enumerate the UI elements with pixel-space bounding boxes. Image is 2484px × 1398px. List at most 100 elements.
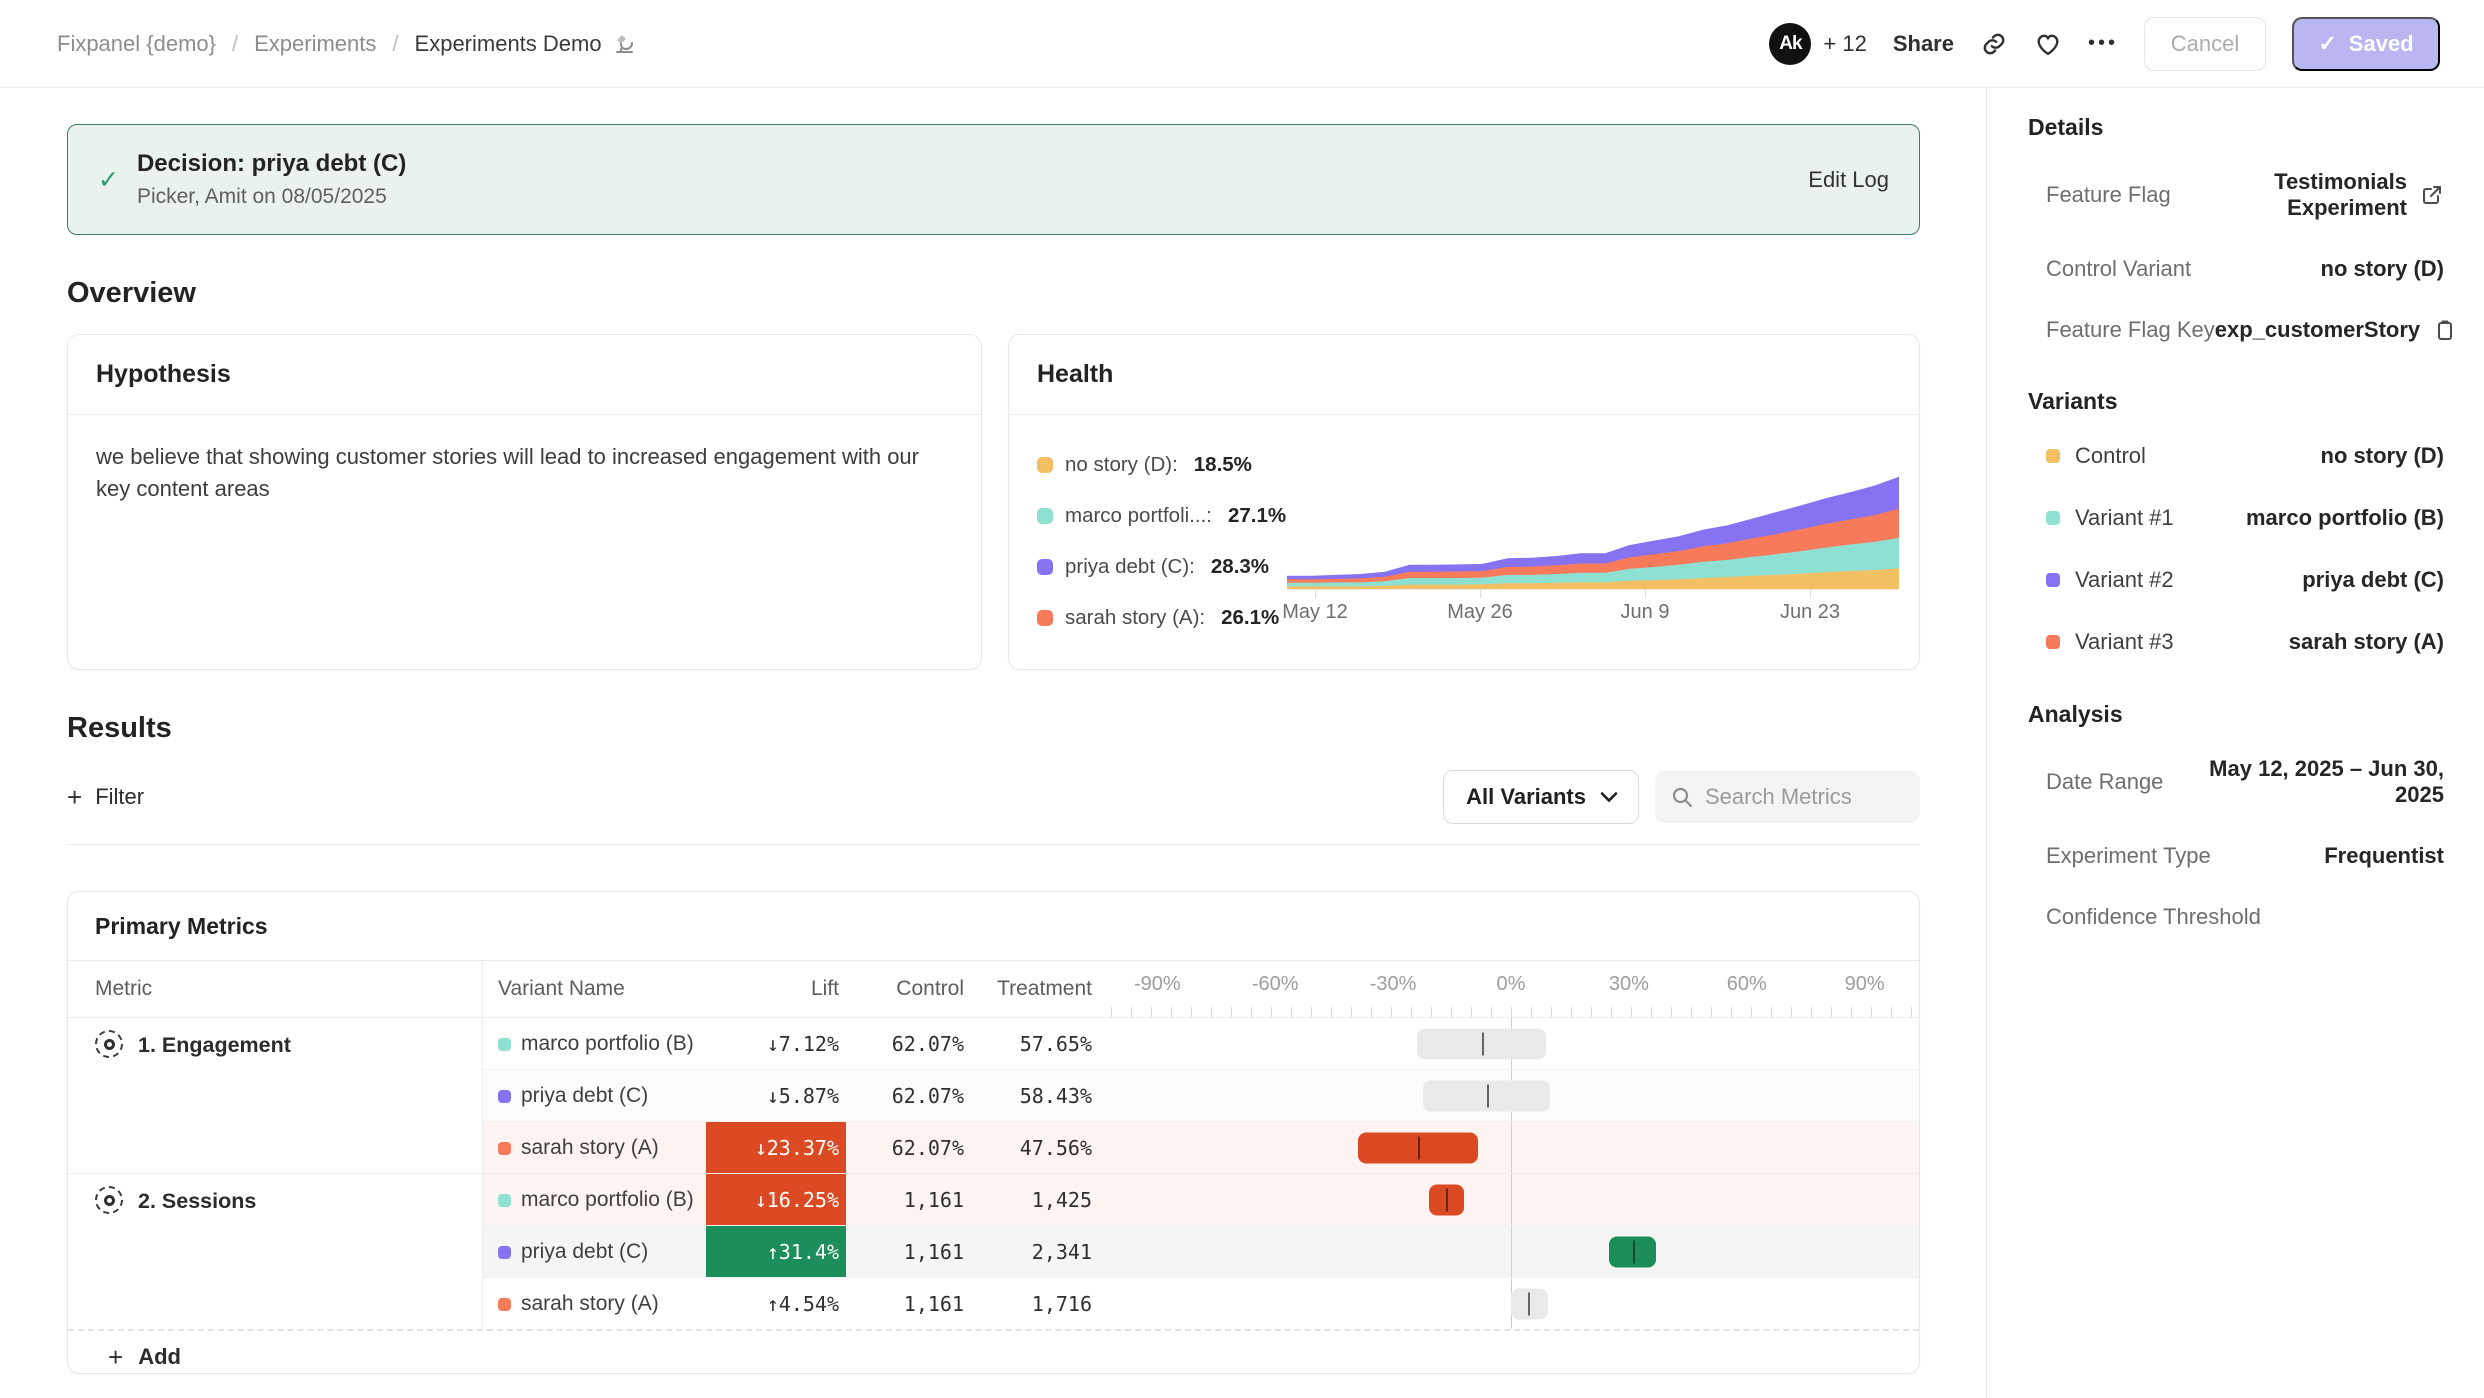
control-value: 62.07% xyxy=(846,1084,964,1108)
health-card: Health no story (D): 18.5% marco portfoli.… xyxy=(1008,334,1920,670)
lift-value: ↓7.12% xyxy=(706,1032,846,1056)
variant-swatch-icon xyxy=(498,1246,511,1259)
share-button[interactable]: Share xyxy=(1893,31,1954,57)
health-area-chart xyxy=(1287,467,1899,589)
metric-cell[interactable]: 1. Engagement xyxy=(68,1018,483,1173)
health-legend-item[interactable]: no story (D): 18.5% xyxy=(1037,453,1287,477)
variant-value: marco portfolio (B) xyxy=(2246,505,2444,531)
favorite-icon[interactable] xyxy=(2034,30,2062,58)
lift-badge: ↑31.4% xyxy=(706,1226,846,1277)
breadcrumb-separator: / xyxy=(232,31,238,57)
more-menu-button[interactable]: ••• xyxy=(2088,32,2118,55)
legend-value: 18.5% xyxy=(1194,453,1252,477)
variant-cell: marco portfolio (B) xyxy=(483,1188,706,1212)
axis-tick-label: -60% xyxy=(1252,973,1299,996)
x-axis-tick xyxy=(1480,589,1481,598)
date-range-row: Date Range May 12, 2025 – Jun 30, 2025 xyxy=(2046,756,2444,808)
cancel-button[interactable]: Cancel xyxy=(2144,17,2266,71)
search-metrics-input[interactable] xyxy=(1655,771,1920,823)
zero-line xyxy=(1511,1226,1512,1277)
table-row[interactable]: marco portfolio (B)↓7.12%62.07%57.65% xyxy=(483,1018,1919,1069)
confidence-interval-cell xyxy=(1111,1070,1919,1121)
variant-name: marco portfolio (B) xyxy=(521,1188,694,1211)
health-title: Health xyxy=(1009,335,1919,415)
hypothesis-title: Hypothesis xyxy=(68,335,981,415)
variant-value: sarah story (A) xyxy=(2289,629,2444,655)
overview-cards: Hypothesis we believe that showing custo… xyxy=(67,334,1920,670)
external-link-icon[interactable] xyxy=(2420,183,2444,207)
add-filter-button[interactable]: + Filter xyxy=(67,784,144,810)
hypothesis-card: Hypothesis we believe that showing custo… xyxy=(67,334,982,670)
lift-badge: ↓16.25% xyxy=(706,1174,846,1225)
table-row[interactable]: priya debt (C)↓5.87%62.07%58.43% xyxy=(483,1069,1919,1121)
table-row[interactable]: sarah story (A)↓23.37%62.07%47.56% xyxy=(483,1121,1919,1173)
zero-line xyxy=(1511,1122,1512,1173)
primary-metrics-title: Primary Metrics xyxy=(68,892,1919,960)
decision-text: Decision: priya debt (C) Picker, Amit on… xyxy=(137,150,406,209)
variant-swatch-icon xyxy=(498,1298,511,1311)
edit-log-button[interactable]: Edit Log xyxy=(1808,167,1889,193)
collaborators-count[interactable]: + 12 xyxy=(1823,31,1866,57)
variant-swatch-icon xyxy=(2046,511,2060,525)
control-value: 1,161 xyxy=(846,1188,964,1212)
breadcrumb-separator: / xyxy=(392,31,398,57)
legend-label: no story (D): xyxy=(1065,453,1178,477)
axis-tick-label: -30% xyxy=(1370,973,1417,996)
copy-link-icon[interactable] xyxy=(1980,30,2008,58)
target-icon xyxy=(95,1186,123,1214)
variant-value: no story (D) xyxy=(2321,443,2444,469)
copy-icon[interactable] xyxy=(2433,318,2457,342)
variant-swatch-icon xyxy=(2046,635,2060,649)
table-row[interactable]: sarah story (A)↑4.54%1,1611,716 xyxy=(483,1277,1919,1329)
lift-point-marker xyxy=(1418,1136,1420,1159)
variants-list: Controlno story (D)Variant #1marco portf… xyxy=(2028,443,2444,655)
variant-label: Variant #3 xyxy=(2075,629,2174,655)
main-content: ✓ Decision: priya debt (C) Picker, Amit … xyxy=(0,88,1986,1398)
check-icon: ✓ xyxy=(98,165,119,195)
health-legend-item[interactable]: priya debt (C):28.3% xyxy=(1037,555,1287,579)
treatment-value: 1,716 xyxy=(964,1292,1092,1316)
breadcrumb-experiments[interactable]: Experiments xyxy=(254,31,376,57)
axis-tick-label: -90% xyxy=(1134,973,1181,996)
saved-button[interactable]: ✓ Saved xyxy=(2292,17,2440,71)
feature-flag-row: Feature Flag Testimonials Experiment xyxy=(2046,169,2444,221)
table-row[interactable]: marco portfolio (B)↓16.25%1,1611,425 xyxy=(483,1174,1919,1225)
decision-subtitle: Picker, Amit on 08/05/2025 xyxy=(137,185,406,209)
add-metric-button[interactable]: + Add xyxy=(68,1329,1919,1374)
x-axis-label: Jun 23 xyxy=(1780,601,1840,624)
metric-name: 1. Engagement xyxy=(138,1030,291,1173)
variant-swatch-icon xyxy=(498,1142,511,1155)
metric-cell[interactable]: 2. Sessions xyxy=(68,1174,483,1329)
variant-cell: sarah story (A) xyxy=(483,1136,706,1160)
confidence-interval-cell xyxy=(1111,1226,1919,1277)
axis-tick-label: 60% xyxy=(1727,973,1767,996)
health-legend-item[interactable]: sarah story (A):26.1% xyxy=(1037,606,1287,630)
variants-dropdown[interactable]: All Variants xyxy=(1443,770,1639,824)
analysis-heading: Analysis xyxy=(2028,701,2444,728)
search-metrics-box xyxy=(1655,771,1920,823)
table-row[interactable]: priya debt (C)↑31.4%1,1612,341 xyxy=(483,1225,1919,1277)
legend-swatch-icon xyxy=(1037,457,1053,473)
overview-heading: Overview xyxy=(67,277,1920,310)
feature-flag-value[interactable]: Testimonials Experiment xyxy=(2171,169,2407,221)
avatar[interactable]: Ak xyxy=(1769,23,1811,65)
metrics-table-body: 1. Engagementmarco portfolio (B)↓7.12%62… xyxy=(68,1017,1919,1329)
target-icon xyxy=(95,1030,123,1058)
variant-name: priya debt (C) xyxy=(521,1084,648,1107)
health-legend-item[interactable]: marco portfoli...:27.1% xyxy=(1037,504,1287,528)
breadcrumb-current: Experiments Demo xyxy=(415,31,636,57)
legend-value: 28.3% xyxy=(1211,555,1269,579)
lift-point-marker xyxy=(1446,1188,1448,1211)
metric-rows: marco portfolio (B)↓16.25%1,1611,425priy… xyxy=(483,1174,1919,1329)
plus-icon: + xyxy=(108,1344,123,1370)
breadcrumb-project[interactable]: Fixpanel {demo} xyxy=(57,31,216,57)
variant-name: marco portfolio (B) xyxy=(521,1032,694,1055)
variant-cell: priya debt (C) xyxy=(483,1084,706,1108)
lift-axis: -90%-60%-30%0%30%60%90% xyxy=(1111,961,1919,1017)
divider xyxy=(67,844,1920,845)
control-value: 62.07% xyxy=(846,1032,964,1056)
variant-row: Variant #1marco portfolio (B) xyxy=(2046,505,2444,531)
lift-point-marker xyxy=(1633,1240,1635,1263)
lift-value: ↑4.54% xyxy=(706,1292,846,1316)
top-header: Fixpanel {demo} / Experiments / Experime… xyxy=(0,0,2484,88)
